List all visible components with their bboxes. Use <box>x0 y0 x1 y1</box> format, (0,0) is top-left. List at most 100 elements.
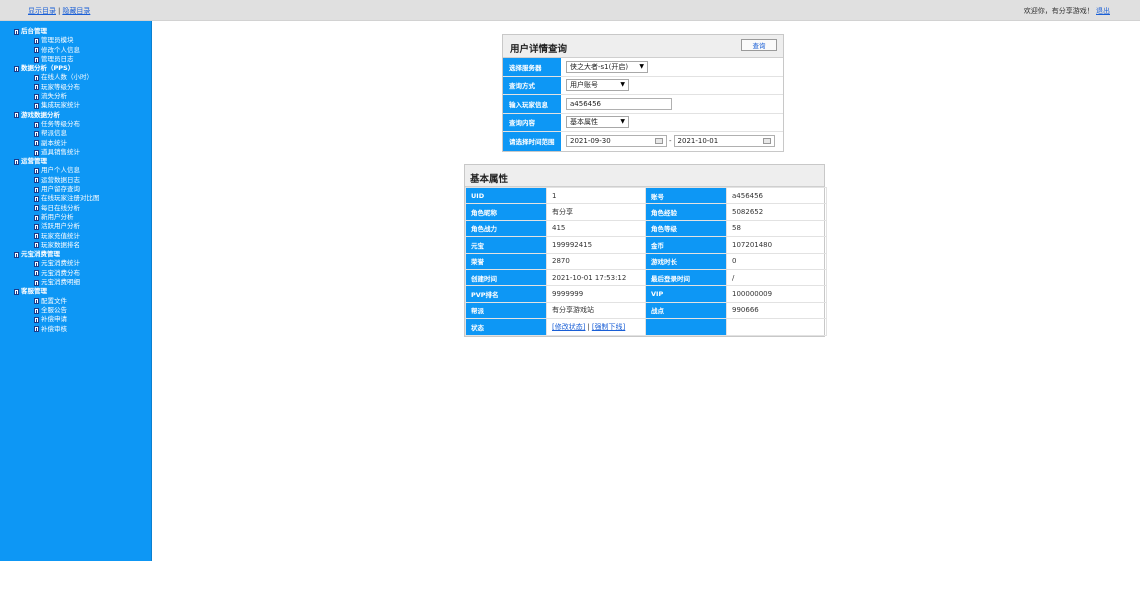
book-icon <box>34 242 39 249</box>
status-label: 状态 <box>465 318 547 336</box>
book-icon <box>34 214 39 221</box>
attribute-value: 415 <box>546 219 646 238</box>
sidebar-item-label: 活跃用户分析 <box>41 222 80 231</box>
sidebar-item[interactable]: 元宝消费明细 <box>0 278 151 287</box>
logout-link[interactable]: 退出 <box>1096 7 1110 15</box>
attribute-value: 990666 <box>726 301 827 320</box>
attribute-row: 创建时间 2021-10-01 17:53:12 最后登录时间 / <box>465 268 827 287</box>
method-select-value: 用户账号 <box>570 81 598 90</box>
book-icon <box>34 168 39 175</box>
attribute-key: 角色经验 <box>645 203 727 221</box>
sidebar-item[interactable]: 配置文件 <box>0 297 151 306</box>
attributes-panel-title: 基本属性 <box>470 174 509 185</box>
sidebar-item[interactable]: 玩家数据排名 <box>0 241 151 250</box>
sidebar-item[interactable]: 补偿申请 <box>0 315 151 324</box>
sidebar-item-label: 客服管理 <box>21 287 47 296</box>
sidebar-item[interactable]: 新用户分析 <box>0 213 151 222</box>
sidebar-item[interactable]: 用户留存查询 <box>0 185 151 194</box>
attribute-key: 角色战力 <box>465 219 547 238</box>
sidebar-item[interactable]: 道具销售统计 <box>0 148 151 157</box>
sidebar-item[interactable]: 用户个人信息 <box>0 166 151 175</box>
book-icon <box>34 75 39 82</box>
sidebar-item[interactable]: 副本统计 <box>0 139 151 148</box>
book-icon <box>34 307 39 314</box>
sidebar-item[interactable]: 每日在线分析 <box>0 204 151 213</box>
sidebar-item[interactable]: 玩家等级分布 <box>0 83 151 92</box>
attribute-value: 2870 <box>546 252 646 270</box>
sidebar-item[interactable]: 管理员模块 <box>0 36 151 45</box>
sidebar-group[interactable]: 后台管理 <box>0 27 151 36</box>
player-input-row: 输入玩家信息 a456456 <box>503 95 783 114</box>
sidebar-item[interactable]: 任务等级分布 <box>0 120 151 129</box>
calendar-icon[interactable] <box>762 138 771 145</box>
book-icon <box>34 140 39 147</box>
attribute-key: 元宝 <box>465 236 547 254</box>
attribute-key: 账号 <box>645 186 727 205</box>
sidebar-item[interactable]: 集成玩家统计 <box>0 101 151 110</box>
book-icon <box>14 251 19 258</box>
attribute-value: 有分享 <box>546 203 646 221</box>
sidebar-item[interactable]: 元宝消费分布 <box>0 269 151 278</box>
sidebar-item-label: 集成玩家统计 <box>41 101 80 110</box>
content-select[interactable]: 基本属性 ▼ <box>566 116 629 129</box>
date-range-row: 请选择时间范围 2021-09-30 - 2021-10-01 <box>503 132 783 151</box>
sidebar-group[interactable]: 游戏数据分析 <box>0 111 151 120</box>
method-select[interactable]: 用户账号 ▼ <box>566 79 629 92</box>
sidebar-item[interactable]: 全服公告 <box>0 306 151 315</box>
sidebar-item-label: 用户留存查询 <box>41 185 80 194</box>
calendar-icon[interactable] <box>655 138 663 145</box>
book-icon <box>34 130 39 137</box>
date-to-value: 2021-10-01 <box>677 137 719 146</box>
hide-menu-link[interactable]: 隐藏目录 <box>62 7 90 15</box>
attribute-value: / <box>726 268 827 287</box>
sidebar-item-label: 元宝消费明细 <box>41 278 80 287</box>
menu-toggle-links: 显示目录 | 隐藏目录 <box>28 6 90 16</box>
book-icon <box>34 316 39 323</box>
book-icon <box>34 186 39 193</box>
sidebar-item[interactable]: 帮派信息 <box>0 129 151 138</box>
sidebar-item[interactable]: 管理员日志 <box>0 55 151 64</box>
player-info-input[interactable]: a456456 <box>566 97 672 110</box>
query-button[interactable]: 查询 <box>741 39 777 51</box>
sidebar-item-label: 运营数据日志 <box>41 175 80 184</box>
date-to-input[interactable]: 2021-10-01 <box>673 135 775 148</box>
attribute-key: VIP <box>645 285 727 303</box>
attribute-value: a456456 <box>726 186 827 205</box>
date-from-input[interactable]: 2021-09-30 <box>566 135 667 148</box>
modify-status-link[interactable]: [修改状态] <box>552 323 585 331</box>
sidebar-item-label: 用户个人信息 <box>41 166 80 175</box>
sidebar-item[interactable]: 在线人数（小时） <box>0 73 151 82</box>
sidebar-item[interactable]: 修改个人信息 <box>0 46 151 55</box>
attributes-panel-header: 基本属性 <box>465 165 824 187</box>
book-icon <box>14 158 19 165</box>
sidebar-group[interactable]: 客服管理 <box>0 287 151 296</box>
attribute-row: 荣誉 2870 游戏时长 0 <box>465 252 827 270</box>
chevron-down-icon: ▼ <box>620 81 625 89</box>
show-menu-link[interactable]: 显示目录 <box>28 7 56 15</box>
sidebar-item[interactable]: 在线玩家注册对比图 <box>0 194 151 203</box>
attribute-row: 角色昵称 有分享 角色经验 5082652 <box>465 203 827 221</box>
book-icon <box>14 112 19 119</box>
sidebar-item-label: 每日在线分析 <box>41 203 80 212</box>
sidebar-item-label: 玩家数据排名 <box>41 240 80 249</box>
empty-cell <box>726 318 827 336</box>
attribute-value: 5082652 <box>726 203 827 221</box>
sidebar-item-label: 管理员日志 <box>41 54 74 63</box>
sidebar-item-label: 游戏数据分析 <box>21 110 60 119</box>
book-icon <box>34 93 39 100</box>
content-select-value: 基本属性 <box>570 118 598 127</box>
book-icon <box>34 149 39 156</box>
server-select[interactable]: 侠之大者-s1(开启) ▼ <box>566 60 648 73</box>
sidebar-item[interactable]: 运营数据日志 <box>0 176 151 185</box>
attribute-key: 荣誉 <box>465 252 547 270</box>
query-panel-title: 用户详情查询 <box>510 44 568 55</box>
attribute-value: 9999999 <box>546 285 646 303</box>
sidebar-item[interactable]: 元宝消费统计 <box>0 259 151 268</box>
sidebar-item[interactable]: 活跃用户分析 <box>0 222 151 231</box>
force-offline-link[interactable]: [强制下线] <box>592 323 625 331</box>
sidebar-item[interactable]: 流失分析 <box>0 92 151 101</box>
sidebar-item[interactable]: 玩家充值统计 <box>0 232 151 241</box>
sidebar-item-label: 流失分析 <box>41 92 67 101</box>
attribute-value: 107201480 <box>726 236 827 254</box>
sidebar-item[interactable]: 补偿审核 <box>0 325 151 334</box>
